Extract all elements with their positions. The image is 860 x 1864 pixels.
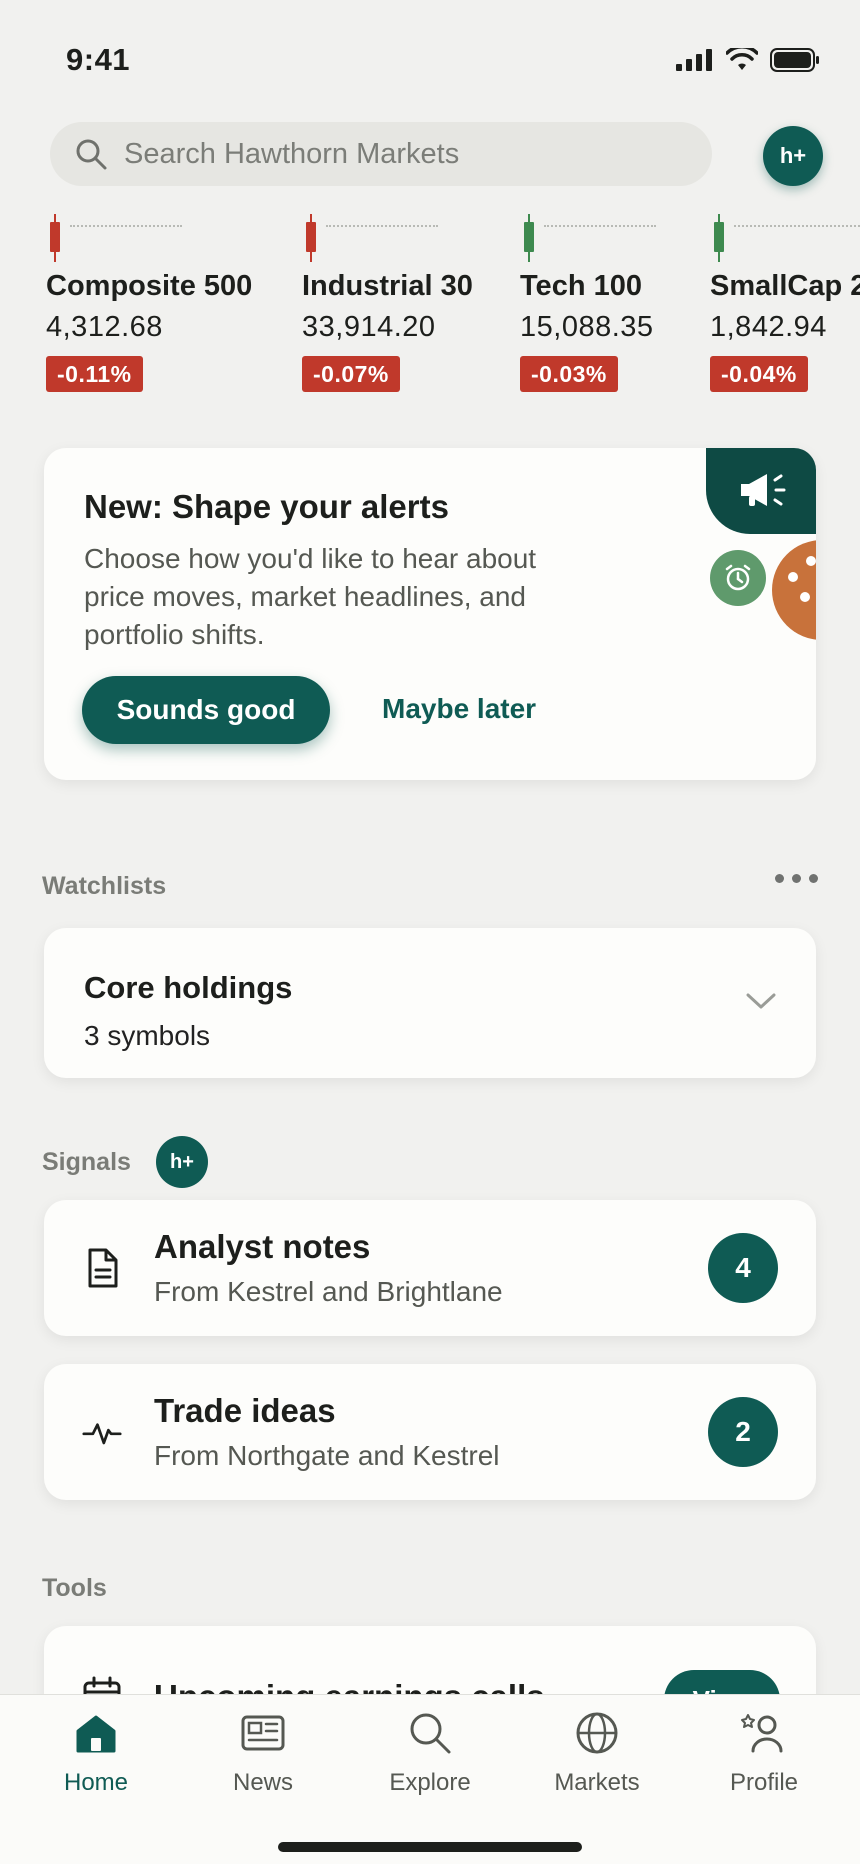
ticker-value: 15,088.35 bbox=[520, 311, 654, 343]
alerts-description: Choose how you'd like to hear about pric… bbox=[84, 543, 537, 650]
signal-count-badge: 2 bbox=[708, 1397, 778, 1467]
signal-item-trade-ideas[interactable]: Trade ideas From Northgate and Kestrel 2 bbox=[44, 1364, 816, 1500]
ticker-name: Composite 500 bbox=[46, 270, 253, 302]
watchlist-card[interactable]: Core holdings 3 symbols bbox=[44, 928, 816, 1078]
document-icon bbox=[88, 1248, 118, 1288]
candle-icon bbox=[306, 214, 316, 262]
premium-badge: h+ bbox=[156, 1136, 208, 1188]
ticker-value: 4,312.68 bbox=[46, 311, 163, 343]
search-bar[interactable]: Search Hawthorn Markets bbox=[50, 122, 712, 186]
ticker-change: -0.11% bbox=[46, 356, 143, 392]
news-icon bbox=[241, 1715, 285, 1751]
signal-subtitle: From Northgate and Kestrel bbox=[154, 1440, 500, 1471]
signals-label: Signals bbox=[42, 1148, 131, 1176]
status-icons bbox=[676, 48, 820, 72]
maybe-later-button[interactable]: Maybe later bbox=[382, 693, 536, 725]
search-icon bbox=[410, 1713, 451, 1754]
decorative-circle-icon bbox=[772, 540, 816, 640]
bottom-tab-bar: Home News Explore Markets Profile bbox=[0, 1694, 860, 1864]
ticker-name: Industrial 30 bbox=[302, 270, 473, 302]
search-placeholder: Search Hawthorn Markets bbox=[124, 137, 460, 170]
ticker-name: SmallCap 2 bbox=[710, 270, 860, 302]
market-tickers: Composite 500 4,312.68 -0.11% Industrial… bbox=[0, 210, 860, 400]
watchlists-label: Watchlists bbox=[42, 872, 167, 900]
ticker-change: -0.03% bbox=[520, 356, 618, 392]
sparkline bbox=[544, 225, 656, 227]
ticker-value: 33,914.20 bbox=[302, 311, 436, 343]
signal-subtitle: From Kestrel and Brightlane bbox=[154, 1276, 503, 1307]
candle-icon bbox=[524, 214, 534, 262]
signal-title: Analyst notes bbox=[154, 1228, 371, 1265]
ticker-change: -0.07% bbox=[302, 356, 400, 392]
tab-explore[interactable]: Explore bbox=[360, 1709, 500, 1797]
sparkline bbox=[734, 225, 860, 227]
signal-item-analyst-notes[interactable]: Analyst notes From Kestrel and Brightlan… bbox=[44, 1200, 816, 1336]
tab-profile[interactable]: Profile bbox=[694, 1709, 834, 1797]
ticker-value: 1,842.94 bbox=[710, 311, 827, 343]
signal-icon bbox=[676, 49, 712, 71]
battery-icon bbox=[770, 48, 819, 72]
ticker-change: -0.04% bbox=[710, 356, 808, 392]
tab-markets[interactable]: Markets bbox=[527, 1709, 667, 1797]
home-indicator bbox=[278, 1842, 582, 1852]
watchlist-subtitle: 3 symbols bbox=[84, 1020, 211, 1051]
signal-title: Trade ideas bbox=[154, 1392, 336, 1429]
tab-label: Profile bbox=[729, 1769, 799, 1796]
candle-icon bbox=[50, 214, 60, 262]
tab-news[interactable]: News bbox=[193, 1709, 333, 1797]
tools-label: Tools bbox=[42, 1574, 107, 1602]
profile-icon bbox=[741, 1714, 783, 1753]
premium-avatar-button[interactable]: h+ bbox=[763, 126, 823, 186]
alerts-title: New: Shape your alerts bbox=[84, 488, 449, 525]
more-options-icon[interactable] bbox=[775, 874, 818, 883]
tab-label: Markets bbox=[554, 1769, 640, 1796]
sparkline bbox=[70, 225, 182, 227]
status-bar: 9:41 bbox=[0, 0, 860, 120]
pulse-icon bbox=[82, 1423, 122, 1445]
tab-label: Home bbox=[63, 1769, 129, 1796]
candle-icon bbox=[714, 214, 724, 262]
status-time: 9:41 bbox=[66, 42, 131, 77]
globe-icon bbox=[576, 1712, 618, 1754]
home-icon bbox=[76, 1715, 116, 1753]
watchlist-title: Core holdings bbox=[84, 970, 293, 1005]
signal-count-badge: 4 bbox=[708, 1233, 778, 1303]
sparkline bbox=[326, 225, 438, 227]
search-icon bbox=[76, 139, 107, 170]
chevron-down-icon[interactable] bbox=[744, 990, 778, 1012]
alerts-promo-card: New: Shape your alerts Choose how you'd … bbox=[44, 448, 816, 780]
tab-label: News bbox=[232, 1769, 293, 1796]
megaphone-icon bbox=[706, 448, 816, 534]
ticker-name: Tech 100 bbox=[520, 270, 642, 302]
sounds-good-button[interactable]: Sounds good bbox=[82, 676, 330, 744]
wifi-icon bbox=[726, 48, 758, 70]
tab-label: Explore bbox=[389, 1769, 471, 1796]
alarm-clock-icon bbox=[710, 550, 766, 606]
tab-home[interactable]: Home bbox=[26, 1709, 166, 1797]
